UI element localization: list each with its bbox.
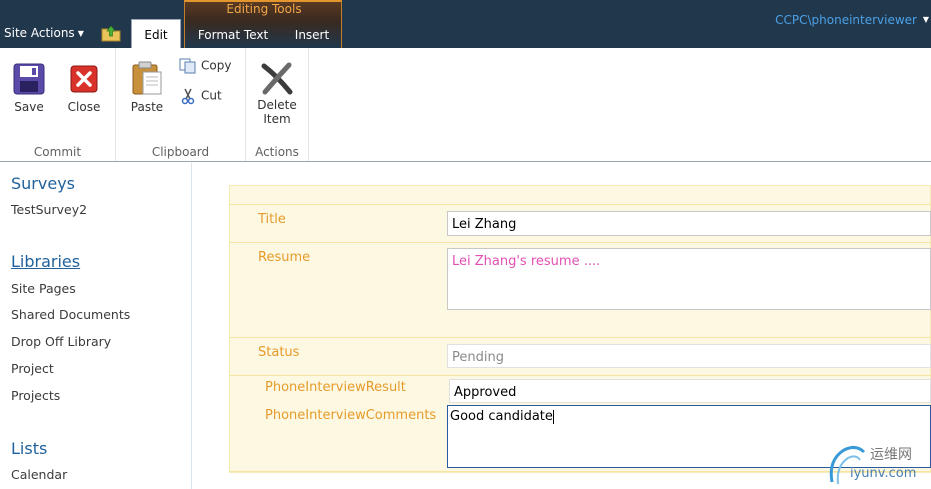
ribbon-group-actions: Delete Item Actions xyxy=(246,48,309,161)
nav-item-calendar[interactable]: Calendar xyxy=(11,467,67,482)
delete-label-line1: Delete xyxy=(257,98,297,112)
nav-item-drop-off-library[interactable]: Drop Off Library xyxy=(11,334,111,349)
ribbon-group-clipboard: Paste Copy Cut Clipboard xyxy=(116,48,246,161)
text-cursor xyxy=(552,409,554,424)
tab-edit-label: Edit xyxy=(144,28,168,42)
phone-interview-result-field[interactable]: Approved xyxy=(449,379,931,403)
save-label: Save xyxy=(14,100,44,114)
title-field[interactable]: Lei Zhang xyxy=(447,211,931,236)
left-navigation: Surveys TestSurvey2 Libraries Site Pages… xyxy=(0,163,192,489)
status-field: Pending xyxy=(447,344,931,368)
tab-format-text-label: Format Text xyxy=(197,28,269,42)
commit-group-label: Commit xyxy=(33,145,82,159)
watermark-swoosh-icon xyxy=(829,445,866,485)
copy-label: Copy xyxy=(201,58,232,73)
copy-button[interactable]: Copy xyxy=(179,58,231,74)
app-window: Site Actions ▼ Editing Tools Edit Format … xyxy=(0,0,931,489)
user-menu[interactable]: CCPC\phoneinterviewer xyxy=(775,13,917,27)
tab-edit[interactable]: Edit xyxy=(131,19,181,49)
nav-heading-surveys[interactable]: Surveys xyxy=(11,174,75,193)
actions-group-label: Actions xyxy=(255,145,299,159)
resume-field[interactable]: Lei Zhang's resume .... xyxy=(447,248,931,310)
nav-item-projects[interactable]: Projects xyxy=(11,388,60,403)
paste-button[interactable]: Paste xyxy=(124,60,170,114)
nav-item-site-pages[interactable]: Site Pages xyxy=(11,281,76,296)
resume-label: Resume xyxy=(258,250,311,265)
form-divider xyxy=(229,375,931,376)
title-label: Title xyxy=(258,212,286,227)
chevron-down-icon: ▼ xyxy=(77,29,84,38)
site-actions-menu[interactable]: Site Actions ▼ xyxy=(4,26,84,40)
comments-text: Good candidate xyxy=(450,409,553,424)
site-actions-label: Site Actions xyxy=(4,26,75,40)
tab-insert-label: Insert xyxy=(294,28,330,42)
editing-tools-label: Editing Tools xyxy=(226,2,302,16)
delete-item-button[interactable]: Delete Item xyxy=(254,60,300,126)
form-divider xyxy=(229,337,931,338)
paste-label: Paste xyxy=(130,100,164,114)
form-divider xyxy=(229,204,931,205)
nav-heading-libraries[interactable]: Libraries xyxy=(11,252,80,271)
watermark-en-text: iyunv.com xyxy=(850,466,917,481)
tab-insert[interactable]: Insert xyxy=(286,20,338,48)
watermark-logo: 运维网 iyunv.com xyxy=(826,440,931,489)
watermark-cn-text: 运维网 xyxy=(870,447,912,463)
nav-item-project[interactable]: Project xyxy=(11,361,54,376)
tab-format-text[interactable]: Format Text xyxy=(190,20,276,48)
top-bar: Site Actions ▼ Editing Tools Edit Format … xyxy=(0,0,931,49)
ribbon-group-commit: Save Close Commit xyxy=(0,48,116,161)
navigate-up-icon[interactable] xyxy=(101,24,121,42)
user-chevron-down-icon[interactable]: ▼ xyxy=(923,15,929,24)
status-label: Status xyxy=(258,345,300,360)
phone-interview-result-label: PhoneInterviewResult xyxy=(265,380,406,395)
close-label: Close xyxy=(67,100,101,114)
save-button[interactable]: Save xyxy=(6,62,52,114)
nav-item-testsurvey2[interactable]: TestSurvey2 xyxy=(11,202,87,217)
save-icon xyxy=(13,63,45,95)
nav-item-shared-documents[interactable]: Shared Documents xyxy=(11,307,130,322)
delete-icon xyxy=(261,62,293,95)
close-button[interactable]: Close xyxy=(62,62,106,114)
form-divider xyxy=(229,242,931,243)
paste-icon xyxy=(132,61,162,95)
ribbon: Save Close Commit Paste Copy Cut Clipboa… xyxy=(0,48,931,162)
copy-icon xyxy=(179,58,196,74)
nav-heading-lists[interactable]: Lists xyxy=(11,439,47,458)
scissors-icon xyxy=(181,88,195,105)
cut-button[interactable]: Cut xyxy=(179,87,222,105)
clipboard-group-label: Clipboard xyxy=(151,145,210,159)
phone-interview-comments-label: PhoneInterviewComments xyxy=(265,408,437,423)
delete-label-line2: Item xyxy=(263,112,291,126)
cut-label: Cut xyxy=(201,88,222,103)
close-icon xyxy=(70,65,98,93)
